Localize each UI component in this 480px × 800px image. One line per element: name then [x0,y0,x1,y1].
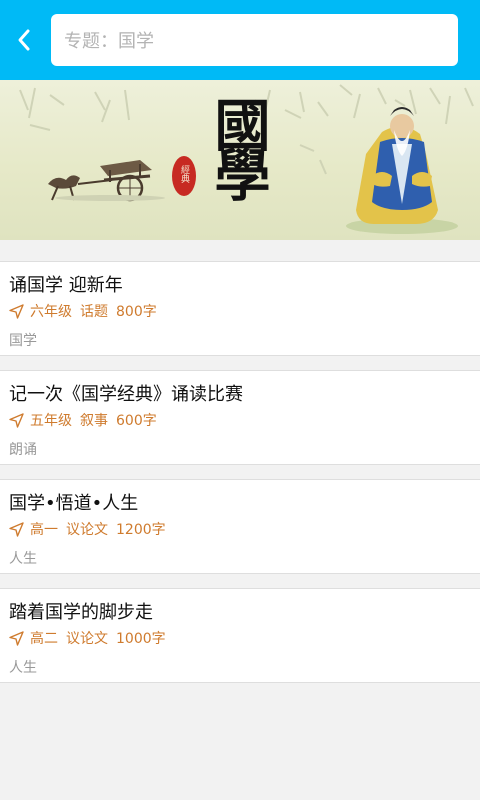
article-title: 国学•悟道•人生 [9,493,139,514]
send-icon [9,303,24,319]
calligraphy-title: 國學 [205,96,271,201]
article-title: 记一次《国学经典》诵读比赛 [9,384,243,405]
article-type: 话题 [80,304,108,320]
article-word-count: 600字 [116,413,157,429]
article-type: 议论文 [66,522,108,538]
article-grade: 五年级 [30,413,72,429]
article-grade: 高一 [30,522,58,538]
article-title: 诵国学 迎新年 [9,275,123,296]
article-meta: 六年级 话题 800字 [9,302,157,320]
article-type: 议论文 [66,631,108,647]
article-card-1[interactable]: 诵国学 迎新年 六年级 话题 800字 国学 [0,261,480,356]
article-tag: 国学 [9,333,37,349]
search-field[interactable]: 专题：国学 [51,14,458,66]
search-query: 专题：国学 [64,31,154,52]
back-button[interactable] [6,20,42,60]
article-meta: 五年级 叙事 600字 [9,411,157,429]
banner-illustration: 經典 國學 [19,84,474,234]
svg-text:經典: 經典 [179,164,190,184]
article-word-count: 800字 [116,304,157,320]
guoxue-banner[interactable]: 經典 國學 [0,80,480,240]
send-icon [9,412,24,428]
article-card-4[interactable]: 踏着国学的脚步走 高二 议论文 1000字 人生 [0,588,480,683]
seal-stamp: 經典 [172,156,196,196]
article-meta: 高一 议论文 1200字 [9,520,166,538]
article-card-3[interactable]: 国学•悟道•人生 高一 议论文 1200字 人生 [0,479,480,574]
send-icon [9,521,24,537]
article-word-count: 1000字 [116,631,166,647]
article-tag: 朗诵 [9,442,37,458]
chariot-drawing [48,160,165,202]
article-type: 叙事 [80,413,108,429]
send-icon [9,630,24,646]
article-card-2[interactable]: 记一次《国学经典》诵读比赛 五年级 叙事 600字 朗诵 [0,370,480,465]
article-meta: 高二 议论文 1000字 [9,629,166,647]
article-grade: 高二 [30,631,58,647]
article-title: 踏着国学的脚步走 [9,602,153,623]
article-tag: 人生 [9,660,37,676]
top-bar: 专题：国学 [0,0,480,80]
chevron-left-icon [18,29,30,51]
article-tag: 人生 [9,551,37,567]
sage-figure [346,107,458,234]
article-word-count: 1200字 [116,522,166,538]
article-grade: 六年级 [30,304,72,320]
